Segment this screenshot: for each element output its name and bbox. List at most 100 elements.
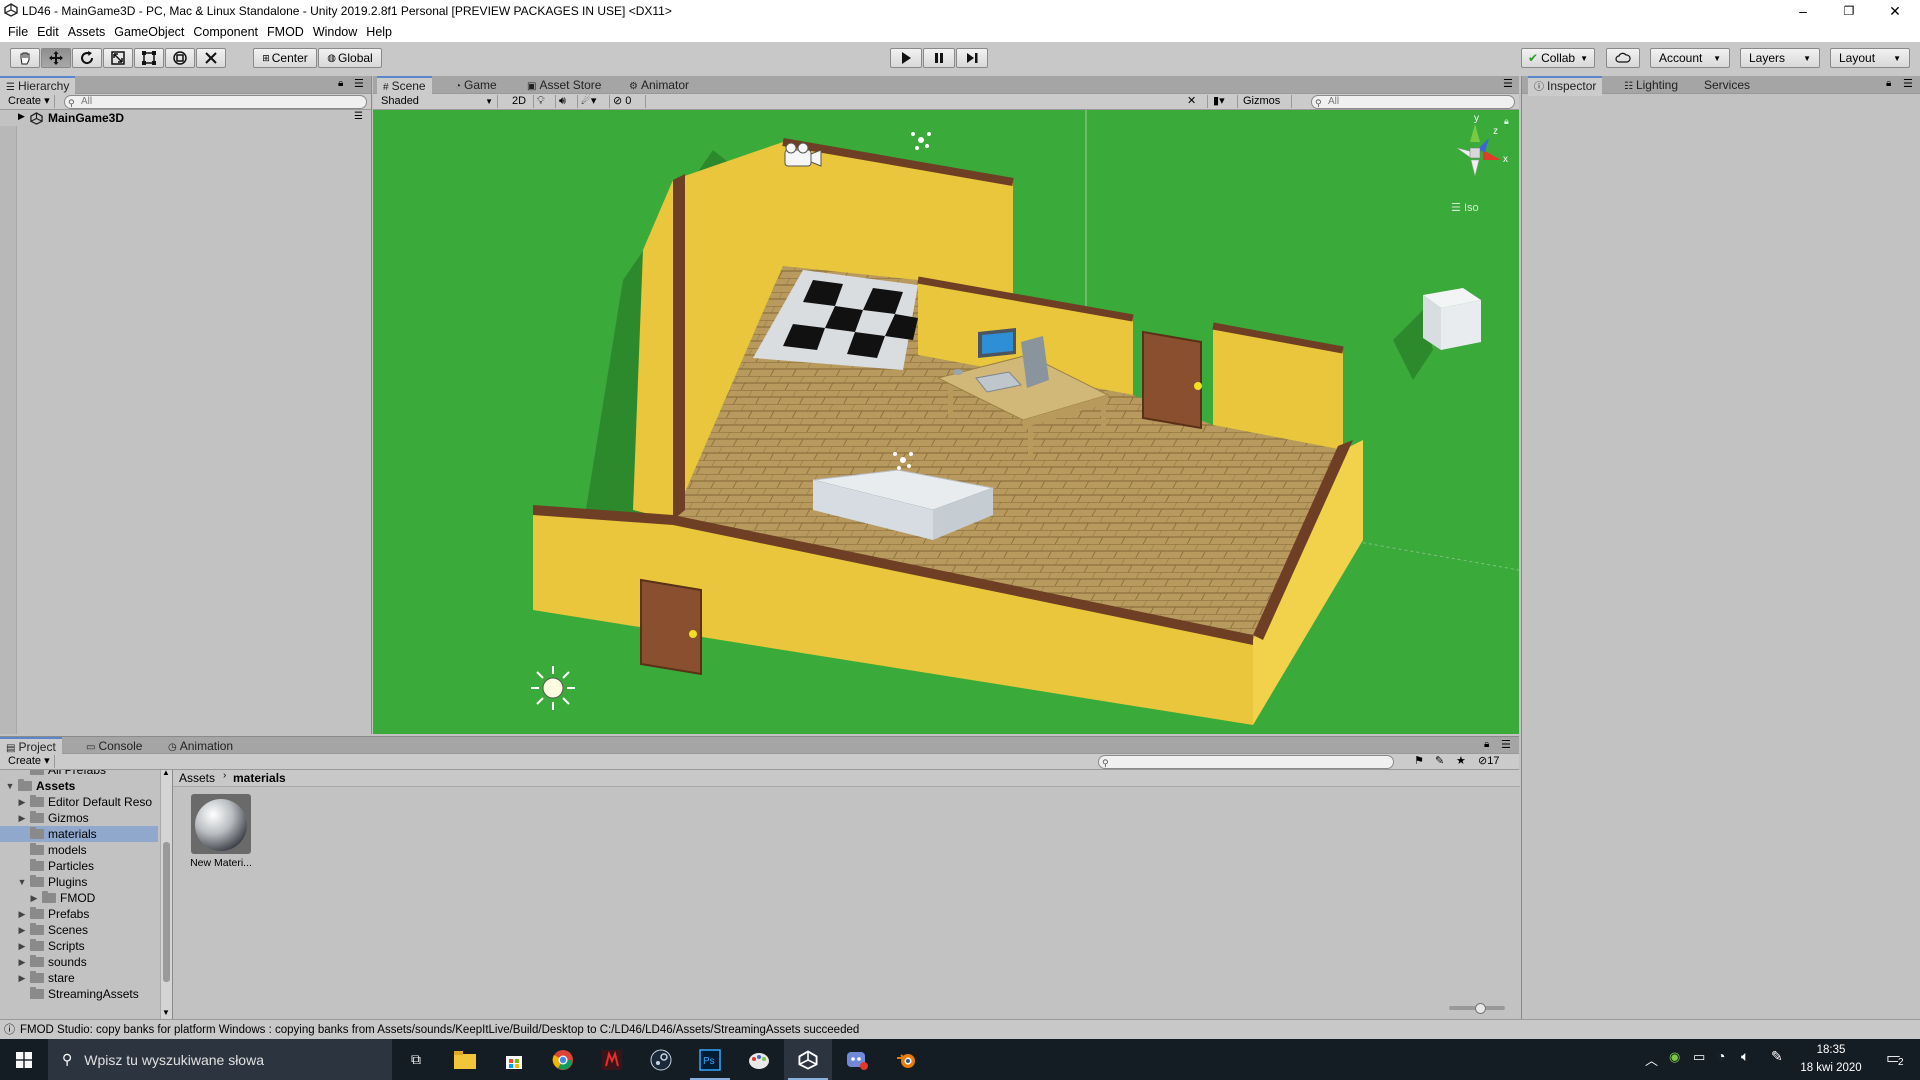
- lock-icon[interactable]: 🔒︎: [338, 78, 343, 89]
- tab-game[interactable]: ◔ Game: [449, 76, 503, 94]
- taskbar-clock[interactable]: 18:35 18 kwi 2020: [1796, 1041, 1866, 1077]
- taskbar-app-explorer[interactable]: [441, 1039, 489, 1080]
- menu-assets[interactable]: Assets: [68, 25, 106, 39]
- pause-button[interactable]: [923, 48, 955, 68]
- panel-menu-icon[interactable]: ☰: [1903, 77, 1913, 90]
- hierarchy-search-input[interactable]: ⚲ All: [64, 95, 367, 109]
- scale-tool-button[interactable]: [103, 48, 133, 68]
- wifi-icon[interactable]: ◔: [1717, 1048, 1725, 1064]
- effects-dropdown[interactable]: ☄▾: [577, 95, 610, 108]
- scene-search-input[interactable]: ⚲ All: [1311, 95, 1515, 109]
- folder-tree-item[interactable]: materials: [0, 826, 158, 842]
- taskbar-app-chrome[interactable]: [539, 1039, 587, 1080]
- transform-tool-button[interactable]: [165, 48, 195, 68]
- action-center-button[interactable]: ▭ 2: [1872, 1039, 1918, 1080]
- taskbar-app-discord[interactable]: [833, 1039, 881, 1080]
- taskbar-app-steam[interactable]: [637, 1039, 685, 1080]
- taskbar-app-photoshop[interactable]: Ps: [686, 1039, 734, 1080]
- menu-help[interactable]: Help: [366, 25, 392, 39]
- pen-workspace-icon[interactable]: ✎: [1771, 1048, 1783, 1065]
- scene-options-icon[interactable]: ☰: [354, 111, 363, 122]
- account-dropdown[interactable]: Account ▼: [1650, 48, 1730, 68]
- projection-toggle[interactable]: ☰ Iso: [1451, 201, 1479, 214]
- menu-gameobject[interactable]: GameObject: [114, 25, 184, 39]
- menu-edit[interactable]: Edit: [37, 25, 59, 39]
- create-button[interactable]: Create ▾: [4, 755, 55, 768]
- tab-hierarchy[interactable]: ☰ Hierarchy: [0, 76, 76, 96]
- camera-dropdown[interactable]: ▮▾: [1209, 95, 1238, 108]
- hand-tool-button[interactable]: [10, 48, 40, 68]
- filter-type-icon[interactable]: ⚑: [1414, 754, 1424, 767]
- folder-tree-item[interactable]: ▶ Prefabs: [0, 906, 158, 922]
- minimize-button[interactable]: –: [1780, 0, 1826, 22]
- fold-open-arrow-icon[interactable]: ▼: [4, 778, 16, 794]
- fold-closed-arrow-icon[interactable]: ▶: [16, 970, 28, 986]
- shading-dropdown[interactable]: Shaded ▼: [377, 95, 498, 108]
- step-button[interactable]: [956, 48, 988, 68]
- tab-scene[interactable]: # Scene: [377, 76, 432, 96]
- fold-closed-arrow-icon[interactable]: ▶: [16, 810, 28, 826]
- scroll-down-arrow-icon[interactable]: ▼: [162, 1008, 170, 1017]
- panel-menu-icon[interactable]: ☰: [1501, 738, 1511, 751]
- panel-menu-icon[interactable]: ☰: [1503, 77, 1513, 90]
- custom-tool-button[interactable]: [196, 48, 226, 68]
- layout-dropdown[interactable]: Layout ▼: [1830, 48, 1910, 68]
- taskbar-app-unity[interactable]: [784, 1039, 832, 1080]
- filter-label-icon[interactable]: ✎: [1435, 754, 1444, 767]
- folder-tree-item[interactable]: StreamingAssets: [0, 986, 158, 1002]
- rotate-tool-button[interactable]: [72, 48, 102, 68]
- folder-tree-item[interactable]: ▶ Scripts: [0, 938, 158, 954]
- asset-item[interactable]: New Materi...: [188, 794, 254, 874]
- lighting-toggle[interactable]: 💡︎: [533, 95, 556, 108]
- fold-closed-arrow-icon[interactable]: ▶: [28, 890, 40, 906]
- hidden-packages-toggle[interactable]: ⊘17: [1478, 754, 1499, 767]
- scene-viewport[interactable]: y z x 🔒︎ ☰ Iso: [373, 110, 1519, 734]
- slider-thumb[interactable]: [1475, 1003, 1486, 1014]
- volume-icon[interactable]: 🔈︎: [1741, 1048, 1749, 1065]
- fold-closed-arrow-icon[interactable]: ▶: [16, 954, 28, 970]
- collab-dropdown[interactable]: ✔ Collab ▼: [1521, 48, 1595, 68]
- taskbar-app-paint[interactable]: [735, 1039, 783, 1080]
- tab-services[interactable]: Services: [1698, 76, 1756, 94]
- menu-fmod[interactable]: FMOD: [267, 25, 304, 39]
- scrollbar-thumb[interactable]: [163, 842, 170, 982]
- fold-closed-arrow-icon[interactable]: ▶: [16, 922, 28, 938]
- battery-icon[interactable]: ▭: [1693, 1049, 1705, 1065]
- breadcrumb-assets[interactable]: Assets: [179, 771, 215, 785]
- favorites-star-icon[interactable]: ★: [1456, 754, 1466, 767]
- tab-console[interactable]: ▭ Console: [80, 737, 148, 755]
- breadcrumb-materials[interactable]: materials: [233, 771, 286, 785]
- maximize-button[interactable]: ❐: [1826, 0, 1872, 22]
- fold-closed-arrow-icon[interactable]: ▶: [16, 938, 28, 954]
- tab-lighting[interactable]: ☷ Lighting: [1618, 76, 1684, 94]
- close-button[interactable]: ✕: [1872, 0, 1918, 22]
- taskbar-search-box[interactable]: ⚲ Wpisz tu wyszukiwane słowa: [48, 1039, 392, 1080]
- hierarchy-scene-row[interactable]: ▶ MainGame3D ☰: [0, 110, 371, 126]
- audio-toggle[interactable]: 🔊︎: [555, 95, 578, 108]
- menu-file[interactable]: File: [8, 25, 28, 39]
- tray-app-icon[interactable]: ◉: [1669, 1049, 1680, 1065]
- layers-dropdown[interactable]: Layers ▼: [1740, 48, 1820, 68]
- scene-tools-button[interactable]: ✕: [1183, 95, 1208, 108]
- lock-icon[interactable]: 🔒︎: [1484, 739, 1489, 750]
- folder-tree-item[interactable]: ▶ sounds: [0, 954, 158, 970]
- gizmos-dropdown[interactable]: Gizmos ▾: [1239, 95, 1292, 120]
- scroll-up-arrow-icon[interactable]: ▲: [162, 768, 170, 777]
- taskbar-app-dragon[interactable]: [588, 1039, 636, 1080]
- start-button[interactable]: [0, 1039, 48, 1080]
- menu-component[interactable]: Component: [193, 25, 258, 39]
- taskbar-app-blender[interactable]: [882, 1039, 930, 1080]
- folder-tree-item[interactable]: models: [0, 842, 158, 858]
- folder-tree-item[interactable]: ▶ FMOD: [0, 890, 158, 906]
- global-local-toggle[interactable]: ◍ Global: [318, 48, 382, 68]
- lock-icon[interactable]: 🔒︎: [1886, 78, 1891, 89]
- create-button[interactable]: Create ▾: [4, 95, 55, 108]
- orientation-gizmo[interactable]: y z x 🔒︎: [1437, 113, 1513, 192]
- rect-tool-button[interactable]: [134, 48, 164, 68]
- tab-animator[interactable]: ⚙ Animator: [623, 76, 695, 94]
- folder-tree-item[interactable]: ▼ Assets: [0, 778, 158, 794]
- folder-tree-item[interactable]: ▼ Plugins: [0, 874, 158, 890]
- move-tool-button[interactable]: [41, 48, 71, 68]
- tab-inspector[interactable]: ⓘ Inspector: [1528, 76, 1603, 96]
- pivot-center-toggle[interactable]: ⊞ Center: [253, 48, 317, 68]
